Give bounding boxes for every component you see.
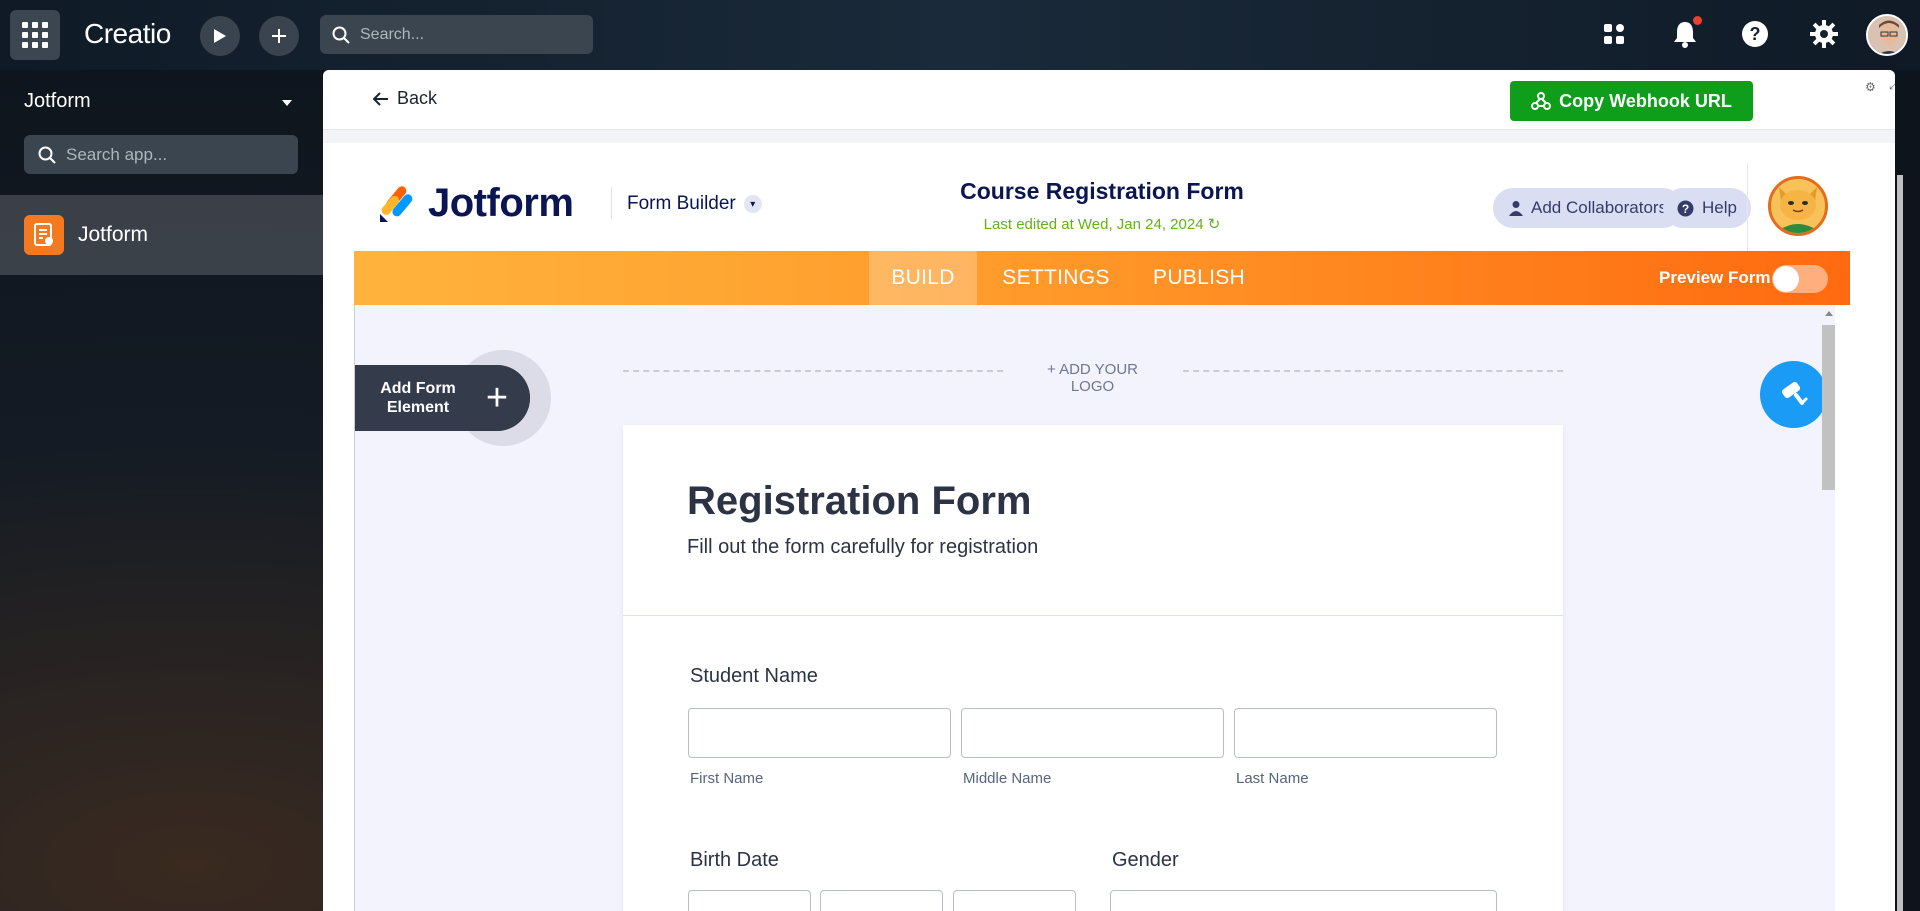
apps-menu-button[interactable]: [1598, 18, 1630, 50]
refresh-icon[interactable]: ↻: [1208, 216, 1221, 233]
last-edited-text: Last edited at Wed, Jan 24, 2024: [983, 216, 1204, 233]
search-icon: [332, 26, 350, 44]
gear-icon: [1810, 20, 1838, 48]
main-panel: Back Copy Webhook URL ⚙ ⤢ Jotform Form B…: [323, 70, 1895, 911]
first-name-sublabel: First Name: [690, 770, 764, 787]
chevron-down-icon[interactable]: [282, 100, 292, 106]
builder-nav: BUILD SETTINGS PUBLISH Preview Form: [354, 251, 1850, 305]
middle-name-sublabel: Middle Name: [963, 770, 1052, 787]
page-scrollbar[interactable]: [1897, 175, 1903, 911]
grid-icon: [22, 22, 48, 48]
tab-settings[interactable]: SETTINGS: [984, 251, 1128, 305]
back-button[interactable]: Back: [373, 88, 437, 109]
sidebar-title[interactable]: Jotform: [24, 90, 91, 113]
global-search[interactable]: [320, 15, 593, 54]
app-launcher-button[interactable]: [10, 10, 60, 60]
birth-day-select[interactable]: [820, 890, 943, 911]
global-search-input[interactable]: [360, 25, 580, 44]
add-form-element-label: Add Form Element: [380, 380, 456, 416]
jotform-user-avatar[interactable]: [1768, 176, 1828, 236]
jotform-frame: Jotform Form Builder ▾ Course Registrati…: [323, 143, 1895, 911]
middle-name-input[interactable]: [961, 708, 1224, 758]
tab-build[interactable]: BUILD: [869, 251, 977, 305]
sidebar-item-label: Jotform: [78, 223, 149, 246]
form-canvas: Add Form Element + + ADD YOUR LOGO Regis…: [354, 305, 1835, 911]
form-heading[interactable]: Registration Form: [687, 479, 1031, 524]
preview-form-toggle[interactable]: [1772, 265, 1828, 293]
panel-settings-icon[interactable]: ⚙: [1865, 80, 1876, 94]
play-icon: [214, 29, 226, 43]
run-button[interactable]: [200, 16, 240, 56]
last-name-sublabel: Last Name: [1236, 770, 1309, 787]
svg-text:?: ?: [1750, 24, 1761, 44]
last-name-input[interactable]: [1234, 708, 1497, 758]
expand-icon[interactable]: ⤢: [1889, 78, 1895, 93]
form-app-icon: [24, 215, 64, 255]
plus-icon: +: [464, 365, 530, 431]
paint-roller-icon: [1781, 381, 1807, 405]
scroll-up-arrow[interactable]: [1825, 311, 1833, 316]
birth-date-label[interactable]: Birth Date: [690, 849, 779, 872]
gender-label[interactable]: Gender: [1112, 849, 1179, 872]
add-logo-button[interactable]: + ADD YOUR LOGO: [1025, 361, 1160, 395]
settings-button[interactable]: [1808, 18, 1840, 50]
first-name-input[interactable]: [688, 708, 951, 758]
help-button[interactable]: ?: [1739, 18, 1771, 50]
add-collaborators-label: Add Collaborators: [1531, 198, 1668, 217]
gender-select[interactable]: [1110, 890, 1497, 911]
help-button-jotform[interactable]: ? Help: [1663, 188, 1751, 228]
plus-icon: [272, 29, 286, 43]
cat-avatar-icon: [1771, 179, 1825, 233]
add-form-element-button[interactable]: Add Form Element +: [355, 365, 530, 431]
logo-dashed-line-right: [1183, 370, 1563, 372]
copy-webhook-button[interactable]: Copy Webhook URL: [1510, 81, 1753, 121]
webhook-icon: [1531, 92, 1552, 110]
form-subheading[interactable]: Fill out the form carefully for registra…: [687, 536, 1038, 559]
canvas-scroll-thumb[interactable]: [1822, 325, 1835, 490]
svg-text:?: ?: [1682, 202, 1689, 216]
creatio-logo[interactable]: Creatio: [84, 18, 171, 50]
back-bar: Back Copy Webhook URL ⚙ ⤢: [323, 70, 1895, 130]
user-photo-icon: [1868, 16, 1906, 54]
form-card: Registration Form Fill out the form care…: [623, 425, 1563, 911]
toggle-knob: [1773, 266, 1799, 292]
birth-year-select[interactable]: [953, 890, 1076, 911]
notification-badge: [1693, 16, 1702, 25]
birth-month-select[interactable]: [688, 890, 811, 911]
search-icon: [38, 146, 56, 164]
user-avatar[interactable]: [1866, 14, 1908, 56]
help-label: Help: [1702, 198, 1737, 217]
add-button[interactable]: [259, 16, 299, 56]
tab-publish[interactable]: PUBLISH: [1134, 251, 1264, 305]
add-collaborators-button[interactable]: Add Collaborators: [1493, 188, 1684, 228]
form-designer-button[interactable]: [1760, 361, 1827, 428]
copy-webhook-label: Copy Webhook URL: [1559, 90, 1732, 111]
user-icon: [1509, 201, 1523, 216]
back-label: Back: [397, 88, 438, 108]
form-divider: [623, 615, 1563, 616]
arrow-left-icon: [373, 91, 388, 106]
sidebar-search-input[interactable]: [66, 144, 286, 165]
sidebar-item-jotform[interactable]: Jotform: [0, 195, 323, 275]
jotform-header: Jotform Form Builder ▾ Course Registrati…: [354, 143, 1850, 251]
help-icon: ?: [1677, 200, 1694, 216]
help-icon: ?: [1742, 21, 1768, 47]
apps-icon: [1604, 24, 1624, 44]
sidebar-search[interactable]: [24, 135, 298, 174]
student-name-label[interactable]: Student Name: [690, 665, 818, 688]
top-bar: Creatio ?: [0, 0, 1920, 70]
preview-form-label: Preview Form: [1659, 268, 1771, 287]
header-vertical-divider: [1747, 163, 1748, 251]
logo-dashed-line-left: [623, 370, 1003, 372]
